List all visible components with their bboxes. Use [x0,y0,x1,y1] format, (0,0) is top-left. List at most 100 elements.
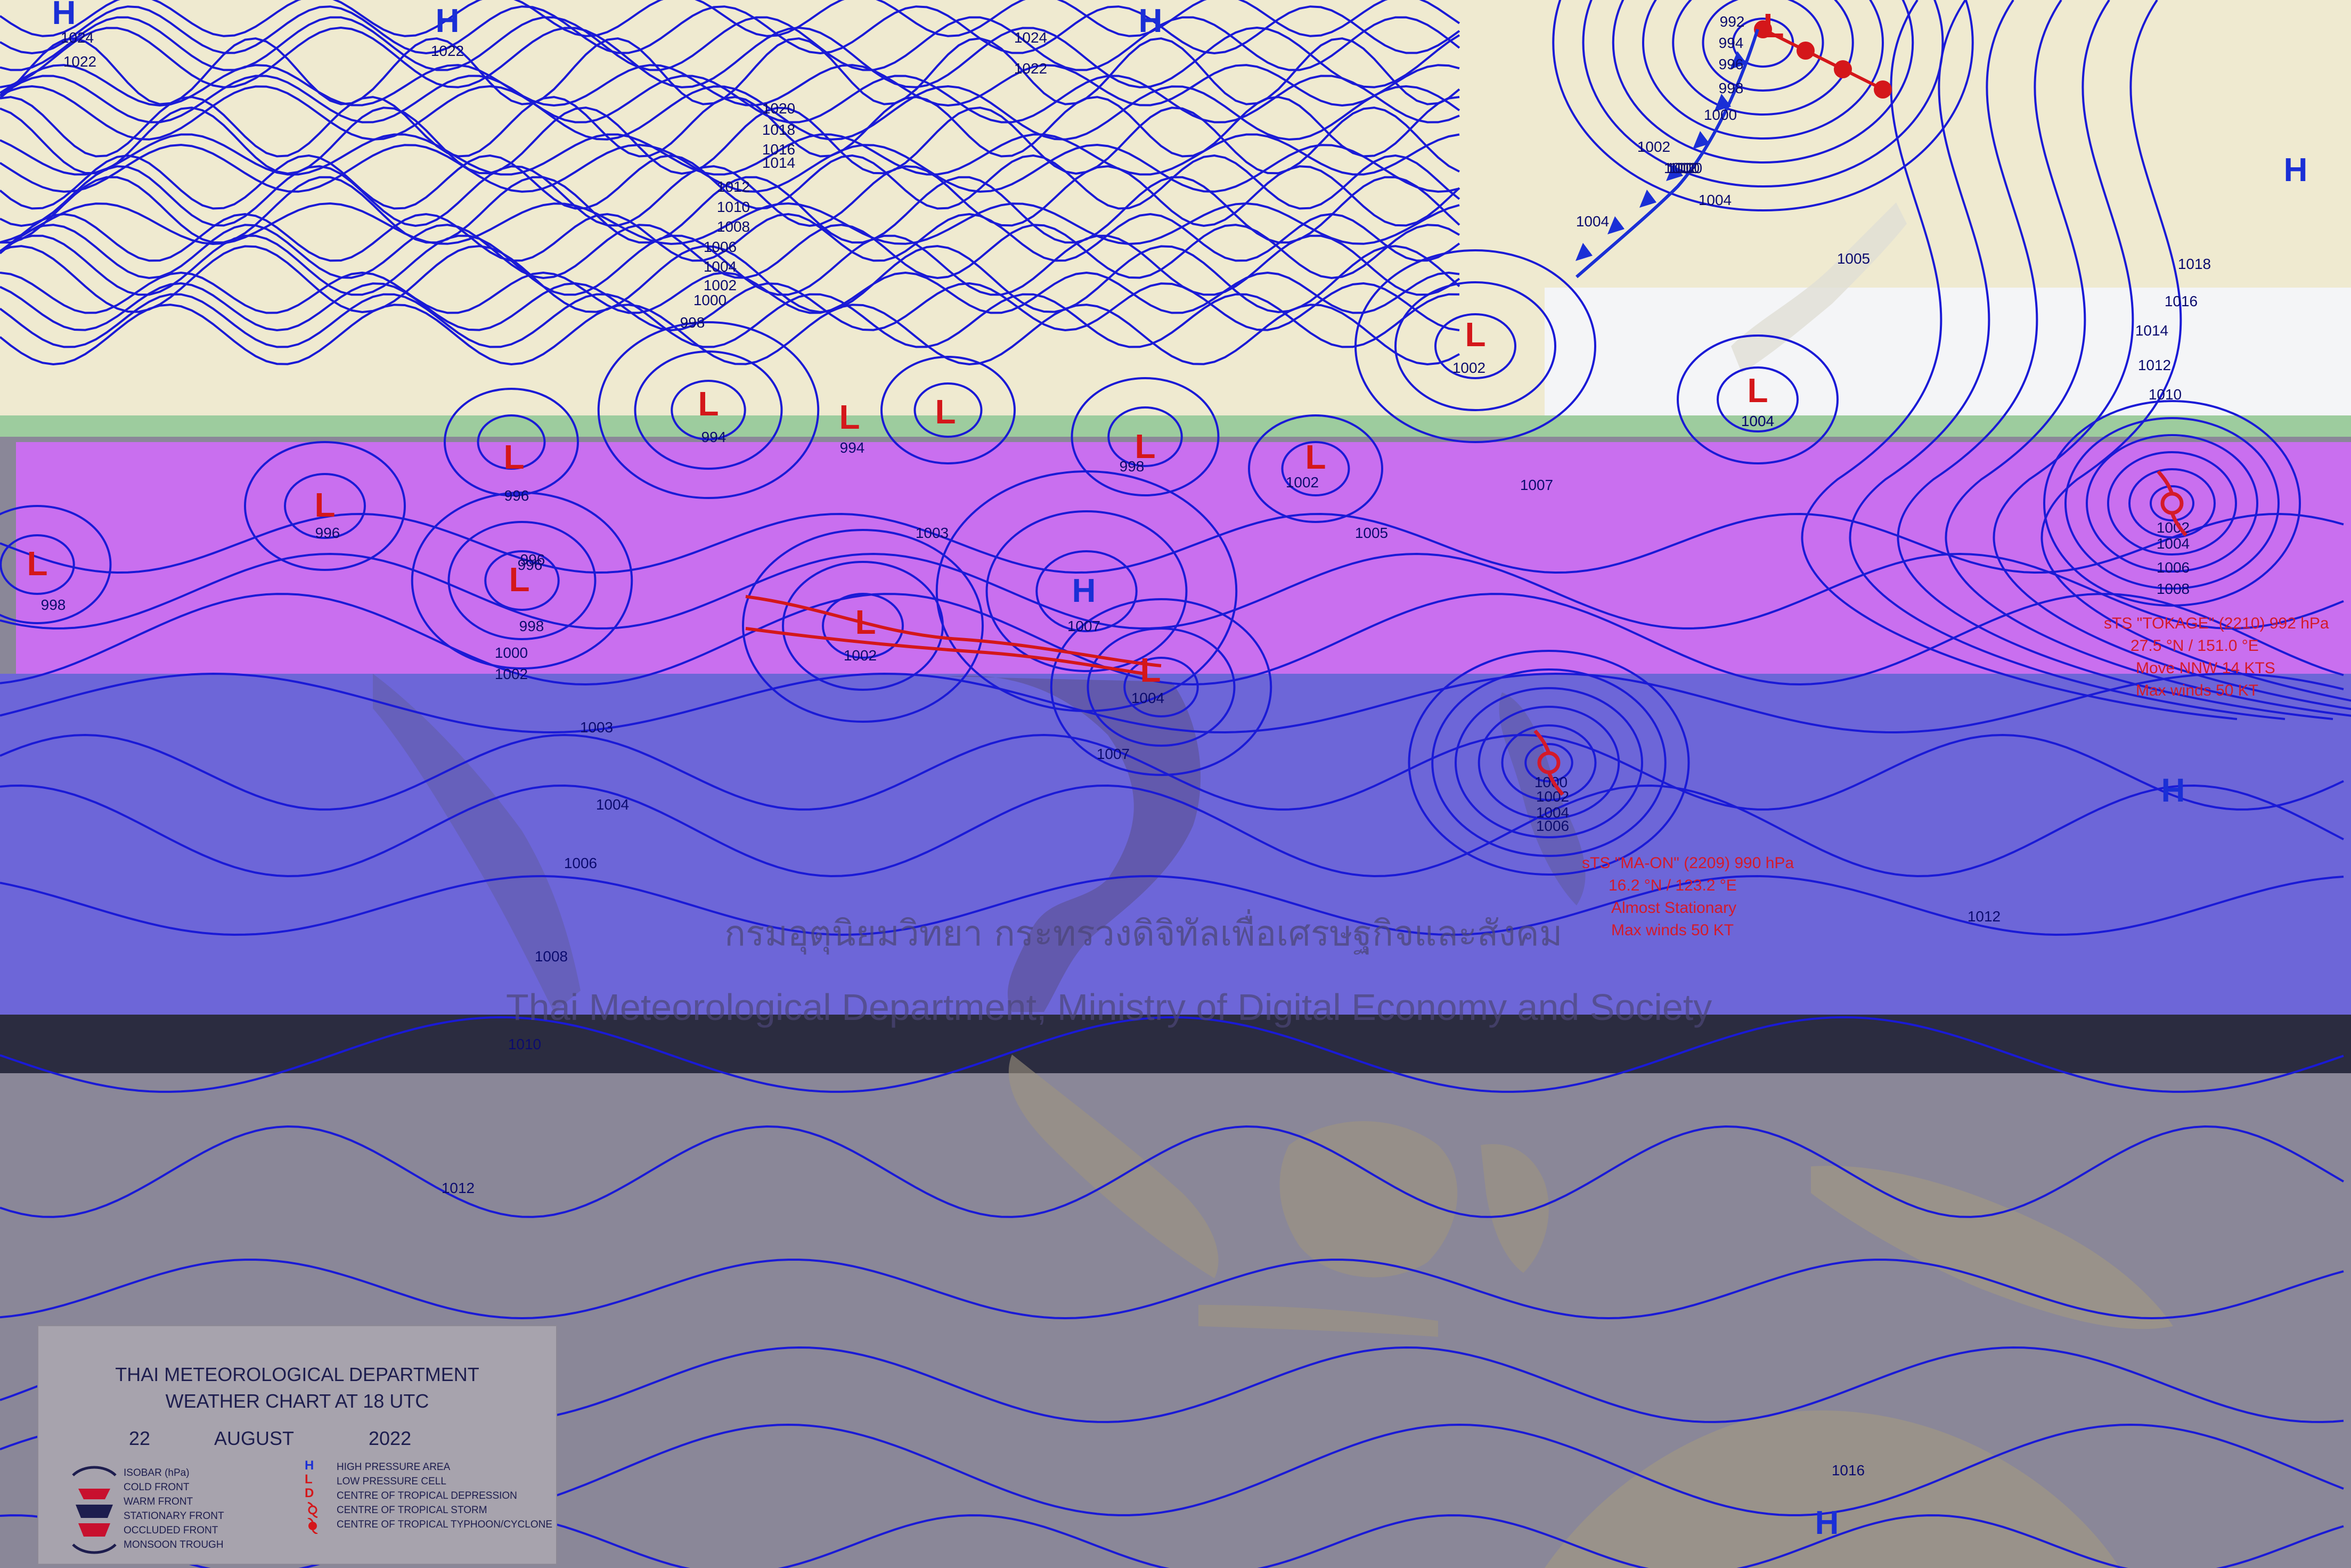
low-pressure-marker: L [839,398,860,436]
isobar-value-label: 1007 [1520,477,1553,493]
legend-symbol-depression: D [305,1486,314,1500]
legend-title-line2: WEATHER CHART AT 18 UTC [165,1390,429,1412]
isobar-value-label: 1024 [1014,29,1047,46]
isobar-value-label: 996 [518,557,543,573]
isobar-value-label: 998 [680,314,705,331]
isobar-value-label: 1006 [1536,818,1569,834]
isobar-value-label: 1004 [704,258,737,275]
warm-front-bump [1874,80,1892,99]
legend-symbol-storm-icon [307,1502,318,1518]
low-pressure-marker: L [503,438,524,476]
legend-item-warm-front: WARM FRONT [124,1496,193,1507]
isobar-value-label: 996 [504,487,529,504]
isobar-value-label: 994 [840,439,865,456]
isobar-value-label: 1003 [580,719,613,736]
storm-tokage-line1: sTS "TOKAGE" (2210) 992 hPa [2104,615,2329,632]
warm-front-bump [1797,42,1815,60]
isobar-value-label: 1008 [717,218,750,235]
legend-title-line1: THAI METEOROLOGICAL DEPARTMENT [115,1363,479,1385]
isobar-value-label: 1000 [495,644,528,661]
isobar-value-label: 1022 [1014,60,1047,77]
isobar-value-label: 1008 [535,948,568,965]
isobar-value-label: 998 [1120,458,1145,475]
legend-item-isobar: ISOBAR (hPa) [124,1467,190,1479]
isobar-value-label: 1010 [717,199,750,215]
isobar-value-label: 1012 [2138,357,2171,373]
isobar-value-label: 1014 [2135,322,2168,339]
isobar-value-label: 1010 [508,1036,541,1052]
watermark-thai: กรมอุตุนิยมวิทยา กระทรวงดิจิทัลเพื่อเศรษ… [724,909,1562,955]
isobar-value-label: 1003 [916,525,949,541]
isobar-value-label: 1005 [1837,250,1870,267]
storm-maon-line4: Max winds 50 KT [1611,921,1734,939]
low-pressure-marker: L [1305,438,1326,476]
isobar-value-label: 1018 [2178,256,2211,272]
low-pressure-marker: L [27,544,47,583]
isobar-value-label: 1016 [1832,1462,1865,1479]
isobar-value-label: 1014 [762,154,795,171]
isobar-value-label: 1012 [442,1180,475,1196]
isobar-value-label: 1002 [844,647,877,664]
storm-tokage-line2: 27.5 °N / 151.0 °E [2130,637,2259,655]
isobar-value-label: 994 [701,429,726,445]
legend-symbol-low: L [305,1472,313,1487]
isobar-value-label: 1000 [1669,160,1702,176]
legend-item-high-pressure: HIGH PRESSURE AREA [337,1461,451,1473]
isobar-value-label: 1004 [1699,192,1732,208]
legend-item-monsoon-trough: MONSOON TROUGH [124,1539,224,1550]
isobar-value-label: 1018 [762,121,795,138]
isobar-value-label: 1002 [1536,788,1569,805]
storm-tokage-line3: Move NNW 14 KTS [2136,659,2275,677]
high-pressure-marker: H [1072,573,1096,609]
low-pressure-marker: L [698,385,719,423]
legend-year: 2022 [369,1427,412,1449]
isobar-value-label: 1007 [1097,746,1130,762]
storm-maon-line1: sTS "MA-ON" (2209) 990 hPa [1582,854,1794,872]
storm-maon-line3: Almost Stationary [1611,899,1736,917]
isobar-value-label: 1024 [61,29,94,46]
low-pressure-marker: L [1747,371,1768,410]
isobar-value-label: 1004 [596,796,629,813]
isobar-value-label: 1006 [704,239,737,255]
isobar-value-label: 1002 [1286,474,1319,491]
isobar-value-label: 1022 [63,53,96,70]
legend-item-cold-front: COLD FRONT [124,1482,190,1493]
tmd-logo [70,1465,118,1555]
isobar-value-label: 1012 [717,178,750,195]
low-pressure-marker: L [935,393,956,431]
legend-item-tropical-depression: CENTRE OF TROPICAL DEPRESSION [337,1490,517,1501]
isobar-value-label: 994 [1719,35,1744,51]
isobar-value-label: 1004 [1576,213,1609,230]
legend-symbol-high: H [305,1458,314,1473]
legend-item-occluded-front: OCCLUDED FRONT [124,1525,218,1536]
warm-front-bump [1834,60,1852,78]
high-pressure-marker: H [1139,3,1163,39]
isobar-value-label: 1007 [1067,618,1100,634]
storm-tokage-line4: Max winds 50 KT [2136,682,2258,699]
isobar-value-label: 1002 [1637,138,1670,155]
isobar-value-label: 1022 [431,43,464,59]
isobar-value-label: 1016 [2165,293,2198,309]
high-pressure-marker: H [436,3,460,39]
legend-panel: THAI METEOROLOGICAL DEPARTMENT WEATHER C… [37,1325,557,1565]
legend-item-stationary-front: STATIONARY FRONT [124,1510,224,1522]
isobar-value-label: 1002 [704,277,737,293]
legend-day: 22 [129,1427,151,1449]
isobar-value-label: 1020 [762,100,795,117]
isobar-value-label: 1012 [1968,908,2001,925]
legend-symbol-typhoon-icon [307,1518,318,1534]
isobar-value-label: 998 [1719,80,1744,96]
isobar-value-label: 1004 [2157,535,2190,552]
isobar-value-label: 1002 [1452,360,1485,376]
isobar-value-label: 1002 [495,666,528,682]
low-pressure-marker: L [1465,315,1485,354]
storm-maon-line2: 16.2 °N / 123.2 °E [1609,877,1737,894]
isobar-value-label: 1004 [1741,413,1774,429]
isobar-value-label: 998 [41,597,66,613]
isobar-value-label: 1005 [1355,525,1388,541]
high-pressure-marker: H [2161,772,2185,809]
isobar-value-label: 998 [519,618,544,634]
high-pressure-marker: H [1815,1505,1839,1541]
low-pressure-marker: L [1763,6,1784,45]
isobar-value-label: 1008 [2157,581,2190,597]
